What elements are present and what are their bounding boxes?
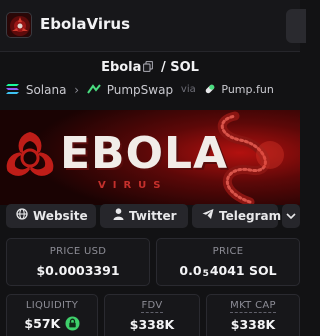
price-sol-value: 0.054041 SOL bbox=[179, 263, 277, 279]
price-sol-label: PRICE bbox=[212, 246, 244, 257]
price-usd-card: PRICE USD $0.0003391 bbox=[6, 238, 150, 286]
pair-header: Ebola / SOL bbox=[0, 60, 300, 80]
website-button[interactable]: Website bbox=[6, 204, 96, 228]
price-sol-card: PRICE 0.054041 SOL bbox=[156, 238, 300, 286]
pair-separator: / bbox=[160, 60, 166, 75]
via-label: via bbox=[180, 84, 196, 95]
liquidity-label: LIQUIDITY bbox=[25, 300, 79, 311]
chain-info: Solana › PumpSwap via Pump.fun bbox=[6, 82, 306, 102]
solana-icon bbox=[6, 83, 20, 97]
pill-icon bbox=[204, 83, 216, 97]
dex-name[interactable]: PumpSwap bbox=[107, 83, 173, 97]
chevron-right-icon: › bbox=[74, 82, 80, 97]
pair-quote: SOL bbox=[170, 60, 199, 75]
twitter-button[interactable]: Twitter bbox=[100, 204, 188, 228]
price-usd-value: $0.0003391 bbox=[36, 263, 120, 278]
website-label: Website bbox=[33, 209, 88, 223]
menu-button[interactable] bbox=[286, 9, 306, 43]
globe-icon bbox=[16, 204, 28, 228]
chevron-down-icon bbox=[286, 209, 296, 223]
more-links-button[interactable] bbox=[282, 204, 300, 228]
pumpswap-icon bbox=[87, 83, 101, 97]
launchpad-name[interactable]: Pump.fun bbox=[221, 83, 273, 96]
token-title: EbolaVirus bbox=[40, 15, 131, 33]
paper-plane-icon bbox=[202, 204, 214, 228]
banner-title: EBOLA bbox=[60, 128, 229, 179]
fdv-card: FDV $338K bbox=[104, 294, 200, 336]
person-icon bbox=[113, 204, 124, 228]
top-bar: EbolaVirus bbox=[0, 0, 306, 52]
telegram-button[interactable]: Telegram bbox=[192, 204, 282, 228]
liquidity-card: LIQUIDITY $57K bbox=[6, 294, 98, 336]
chain-name[interactable]: Solana bbox=[26, 83, 67, 97]
fdv-label[interactable]: FDV bbox=[141, 300, 163, 313]
mkt-cap-label[interactable]: MKT CAP bbox=[230, 300, 276, 313]
liquidity-value: $57K bbox=[24, 316, 61, 331]
mkt-cap-value: $338K bbox=[230, 317, 276, 332]
twitter-label: Twitter bbox=[129, 209, 177, 223]
mkt-cap-card: MKT CAP $338K bbox=[206, 294, 300, 336]
social-links: Website Twitter Telegram bbox=[6, 204, 300, 230]
banner-subtitle: VIRUS bbox=[98, 180, 168, 191]
token-banner: EBOLA VIRUS bbox=[0, 110, 300, 205]
price-usd-label: PRICE USD bbox=[49, 246, 107, 257]
telegram-label: Telegram bbox=[219, 209, 282, 223]
fdv-value: $338K bbox=[129, 317, 175, 332]
lock-icon[interactable] bbox=[65, 316, 80, 331]
pair-base: Ebola bbox=[101, 60, 142, 75]
biohazard-logo-icon bbox=[6, 12, 32, 38]
copy-icon[interactable] bbox=[143, 61, 154, 72]
